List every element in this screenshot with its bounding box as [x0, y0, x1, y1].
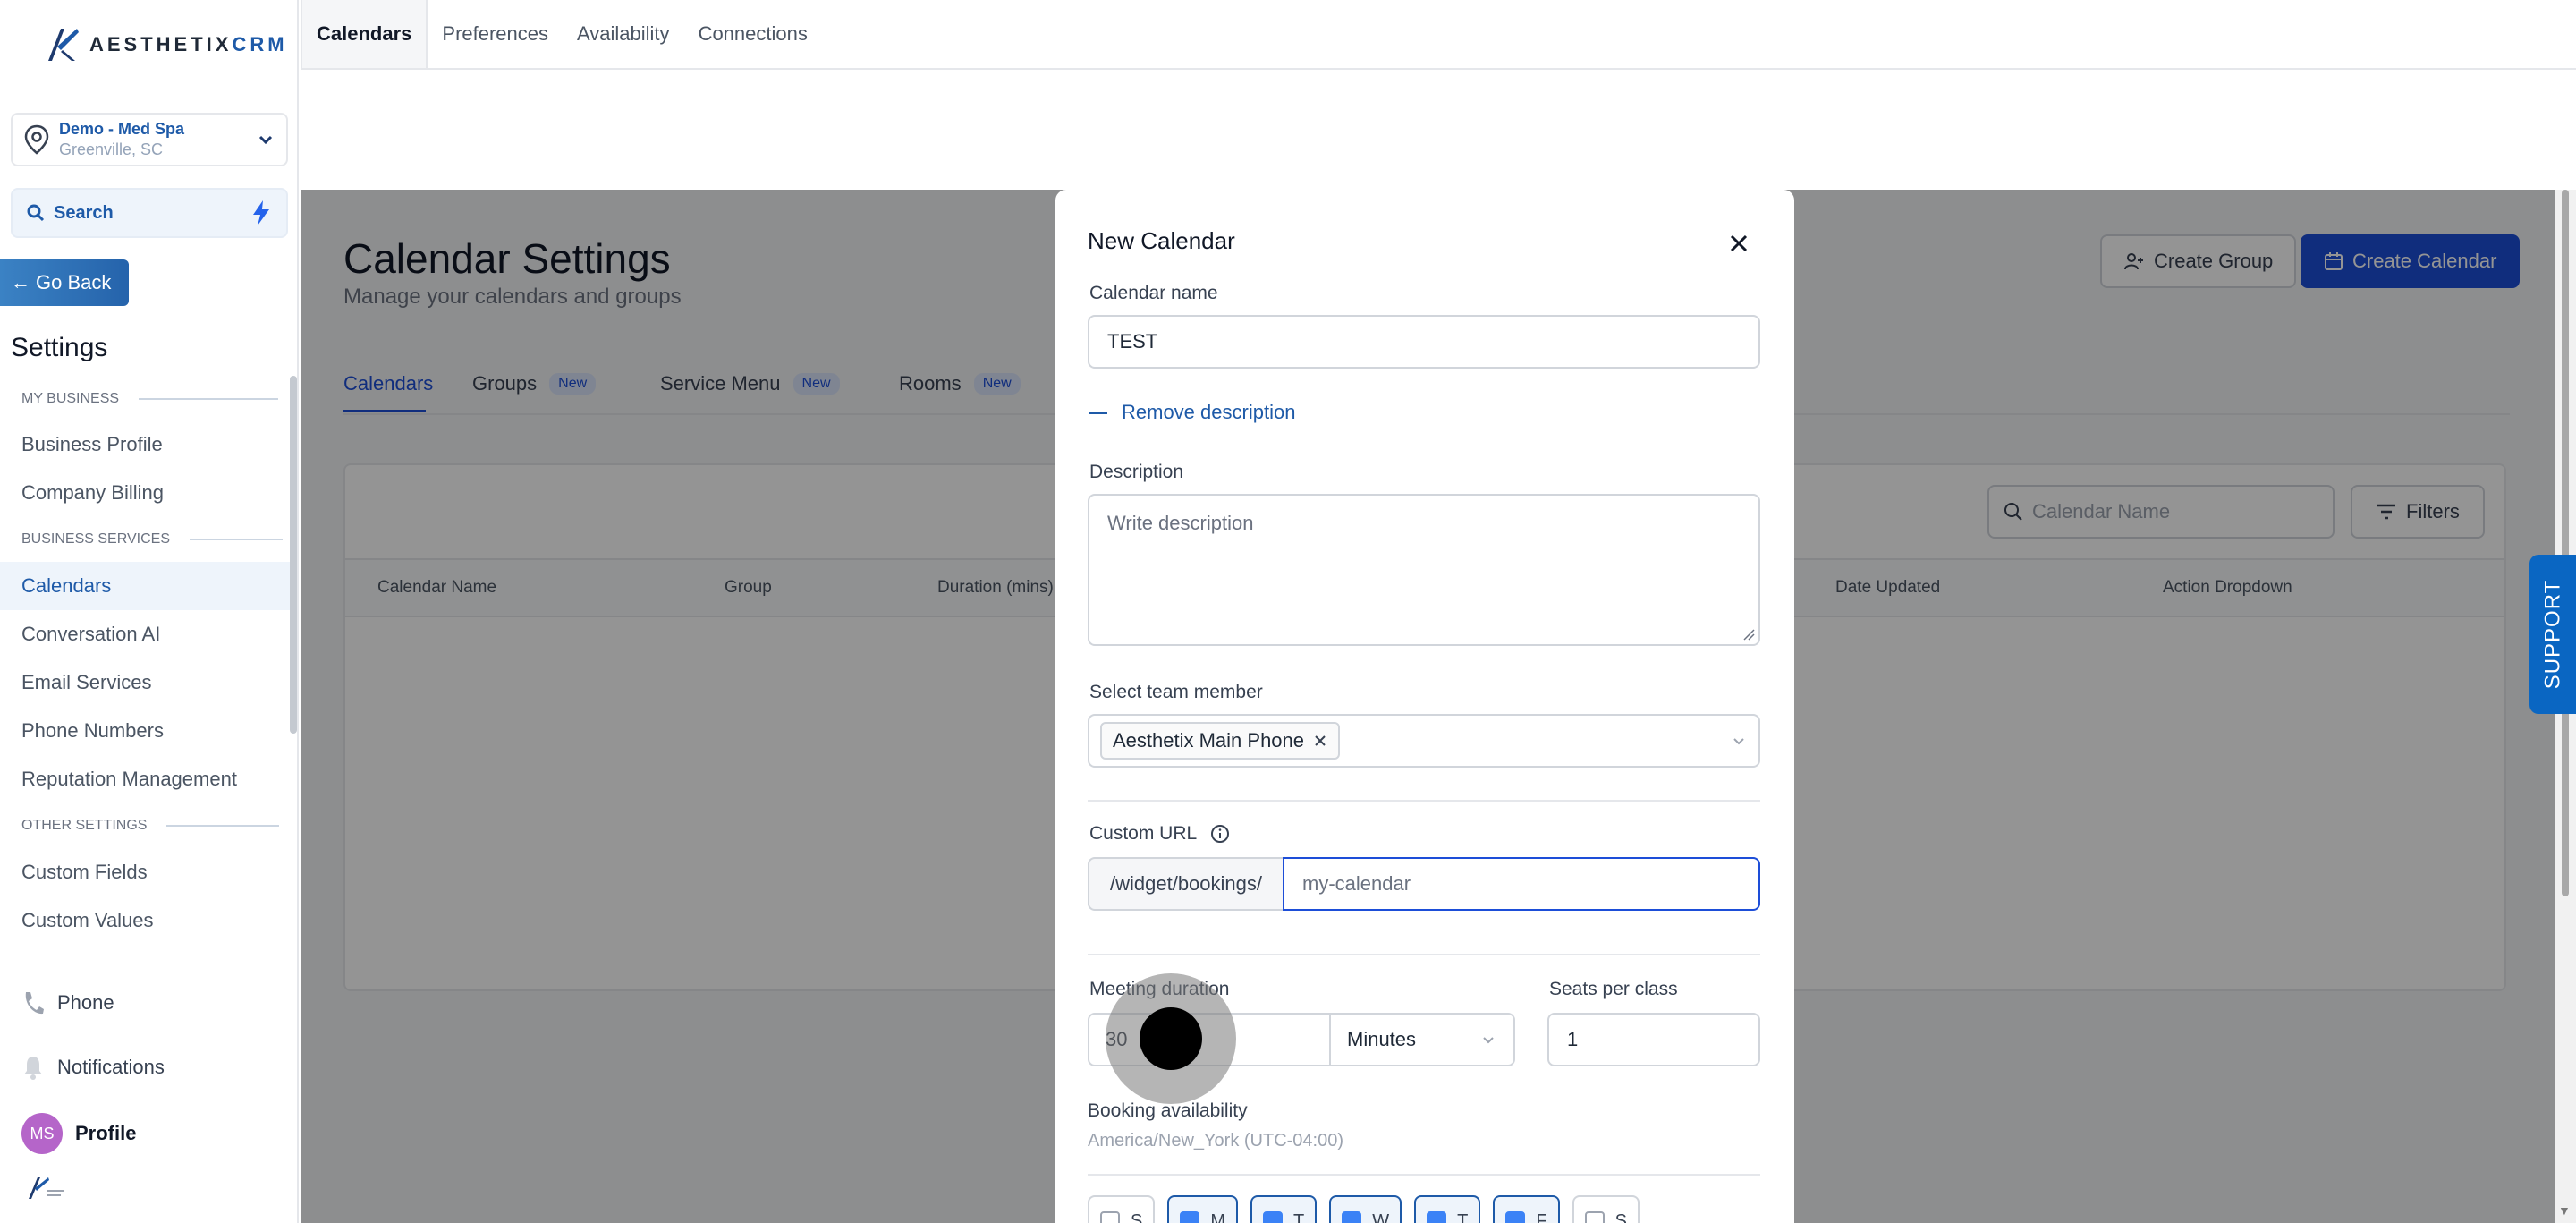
section-business-services: BUSINESS SERVICES — [21, 531, 283, 548]
resize-handle-icon[interactable] — [1742, 628, 1755, 641]
location-switcher[interactable]: Demo - Med Spa Greenville, SC — [11, 113, 288, 166]
team-member-select[interactable]: Aesthetix Main Phone — [1088, 714, 1760, 768]
remove-description-link[interactable]: Remove description — [1089, 401, 1295, 424]
chevron-down-icon — [258, 135, 273, 145]
secondary-logo-icon — [29, 1177, 64, 1199]
divider — [1088, 954, 1760, 955]
day-monday[interactable]: M — [1167, 1195, 1239, 1223]
bell-icon — [24, 1057, 42, 1080]
notifications-label: Notifications — [57, 1056, 165, 1078]
day-wednesday[interactable]: W — [1329, 1195, 1402, 1223]
brand-logo[interactable]: AESTHETIXCRM — [45, 25, 288, 64]
arrow-left-icon: ← — [11, 271, 30, 293]
go-back-button[interactable]: ← Go Back — [0, 259, 129, 306]
divider — [1088, 800, 1760, 802]
logo-text: AESTHETIXCRM — [89, 33, 288, 55]
team-member-chip: Aesthetix Main Phone — [1100, 722, 1341, 760]
remove-chip-icon[interactable] — [1313, 734, 1327, 748]
seats-per-class-label: Seats per class — [1549, 979, 1678, 999]
remove-description-label: Remove description — [1122, 401, 1296, 423]
logo-icon — [48, 29, 79, 61]
day-sunday[interactable]: S — [1088, 1195, 1156, 1223]
sidebar-item-company-billing[interactable]: Company Billing — [0, 469, 290, 517]
sidebar-item-business-profile[interactable]: Business Profile — [0, 420, 290, 469]
sidebar-item-calendars[interactable]: Calendars — [0, 562, 290, 610]
tab-connections[interactable]: Connections — [684, 0, 822, 68]
lightning-bolt-icon[interactable] — [250, 200, 272, 226]
day-friday[interactable]: F — [1493, 1195, 1560, 1223]
chevron-down-icon — [1483, 1037, 1494, 1044]
sidebar-item-reputation-management[interactable]: Reputation Management — [0, 755, 290, 803]
page-scrollbar-thumb[interactable] — [2562, 190, 2569, 896]
day-thursday[interactable]: T — [1414, 1195, 1481, 1223]
description-placeholder: Write description — [1107, 512, 1254, 534]
avatar: MS — [21, 1113, 63, 1154]
section-my-business: MY BUSINESS — [21, 391, 279, 407]
info-icon[interactable] — [1210, 824, 1230, 844]
sidebar-item-custom-values[interactable]: Custom Values — [0, 896, 290, 945]
profile-label: Profile — [75, 1122, 137, 1144]
sidebar-item-conversation-ai[interactable]: Conversation AI — [0, 610, 290, 658]
seats-per-class-input[interactable]: 1 — [1547, 1013, 1760, 1066]
url-prefix: /widget/bookings/ — [1088, 857, 1283, 911]
support-label: SUPPORT — [2540, 579, 2564, 690]
go-back-label: Go Back — [36, 271, 112, 293]
sidebar-item-phone-numbers[interactable]: Phone Numbers — [0, 707, 290, 755]
checkbox[interactable] — [1505, 1211, 1526, 1223]
sidebar-scrollbar[interactable] — [290, 376, 297, 734]
top-tab-bar: Calendars Preferences Availability Conne… — [301, 0, 2576, 70]
team-member-label: Select team member — [1089, 682, 1263, 702]
sidebar-phone[interactable]: Phone — [21, 989, 114, 1016]
settings-heading: Settings — [11, 333, 108, 362]
click-indicator-dot — [1140, 1007, 1202, 1070]
checkbox[interactable] — [1427, 1211, 1447, 1223]
tab-calendars[interactable]: Calendars — [301, 0, 428, 68]
timezone-text: America/New_York (UTC-04:00) — [1088, 1131, 1344, 1151]
location-pin-icon — [24, 124, 49, 155]
sidebar-notifications[interactable]: Notifications — [21, 1054, 165, 1081]
checkbox[interactable] — [1100, 1211, 1120, 1223]
checkbox[interactable] — [1263, 1211, 1284, 1223]
minus-icon — [1089, 411, 1107, 414]
custom-url-label: Custom URL — [1089, 823, 1230, 845]
duration-unit-value: Minutes — [1347, 1028, 1417, 1050]
location-city: Greenville, SC — [59, 140, 164, 158]
sidebar-item-custom-fields[interactable]: Custom Fields — [0, 848, 290, 896]
sidebar-item-email-services[interactable]: Email Services — [0, 658, 290, 707]
checkbox[interactable] — [1584, 1211, 1605, 1223]
close-icon[interactable] — [1724, 229, 1753, 258]
day-saturday[interactable]: S — [1572, 1195, 1640, 1223]
support-tab[interactable]: SUPPORT — [2529, 555, 2576, 714]
chevron-down-icon — [1733, 738, 1744, 745]
calendar-name-label: Calendar name — [1089, 283, 1218, 303]
checkbox[interactable] — [1180, 1211, 1200, 1223]
calendar-name-input[interactable]: TEST — [1088, 315, 1760, 369]
modal-title: New Calendar — [1088, 227, 1235, 254]
custom-url-input[interactable]: my-calendar — [1283, 857, 1760, 911]
sidebar-profile[interactable]: MS Profile — [21, 1113, 136, 1154]
search-label: Search — [54, 202, 114, 223]
location-name: Demo - Med Spa — [59, 120, 185, 138]
availability-days: S M T W T F S — [1088, 1195, 1640, 1223]
checkbox[interactable] — [1342, 1211, 1362, 1223]
phone-icon — [25, 992, 44, 1015]
sidebar: AESTHETIXCRM Demo - Med Spa Greenville, … — [0, 0, 299, 1223]
description-textarea[interactable]: Write description — [1088, 494, 1760, 646]
custom-url-field: /widget/bookings/ my-calendar — [1088, 857, 1760, 911]
description-label: Description — [1089, 462, 1184, 482]
section-other-settings: OTHER SETTINGS — [21, 818, 280, 834]
tab-preferences[interactable]: Preferences — [428, 0, 563, 68]
scroll-down-arrow-icon[interactable]: ▼ — [2558, 1203, 2571, 1218]
tab-availability[interactable]: Availability — [563, 0, 684, 68]
day-tuesday[interactable]: T — [1250, 1195, 1318, 1223]
phone-label: Phone — [57, 991, 114, 1014]
duration-unit-select[interactable]: Minutes — [1329, 1013, 1515, 1066]
divider — [1088, 1174, 1760, 1176]
search-icon — [27, 204, 45, 222]
sidebar-search[interactable]: Search — [11, 188, 288, 238]
team-member-chip-label: Aesthetix Main Phone — [1113, 729, 1305, 752]
